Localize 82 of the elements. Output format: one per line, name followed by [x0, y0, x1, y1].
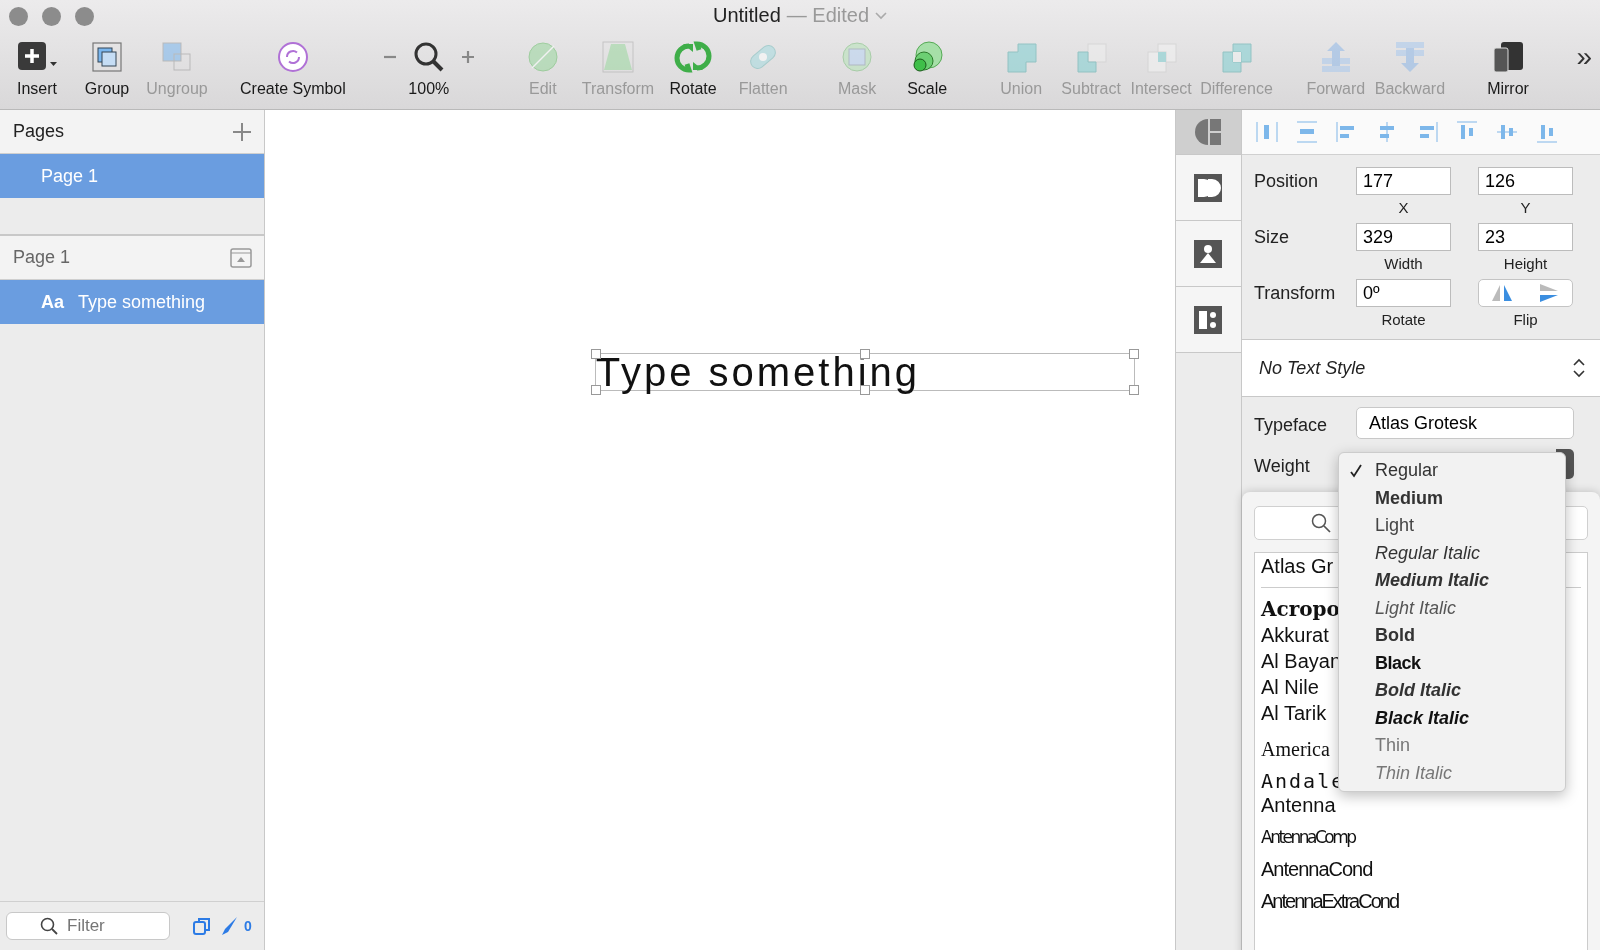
trapezoid-icon	[601, 40, 635, 74]
toolbar-button[interactable]: Insert	[6, 40, 68, 98]
ungroup-icon	[160, 40, 194, 74]
more-tools-button[interactable]: »	[1576, 40, 1592, 74]
zoom-button[interactable]	[75, 6, 94, 26]
x-field[interactable]: 177	[1356, 167, 1451, 195]
layout-icon	[1194, 305, 1223, 334]
difference-icon	[1219, 40, 1254, 74]
close-button[interactable]	[9, 6, 28, 26]
toolbar-button[interactable]: Mirror	[1477, 40, 1540, 98]
weight-option[interactable]: Thin Italic	[1339, 759, 1565, 787]
weight-option[interactable]: Light Italic	[1339, 594, 1565, 622]
artboard-icon[interactable]	[229, 247, 252, 268]
text-layer-icon: Aa	[41, 291, 64, 313]
weight-option[interactable]: Light	[1339, 512, 1565, 540]
filter-field[interactable]: Filter	[6, 912, 170, 940]
copy-icon[interactable]	[192, 916, 212, 936]
search-icon	[40, 917, 58, 935]
union-icon	[1004, 40, 1039, 74]
scale-icon	[910, 40, 945, 74]
slice-count: 0	[244, 918, 252, 934]
align-icon[interactable]	[1254, 119, 1280, 145]
align-icon[interactable]	[1294, 119, 1320, 145]
toolbar-button[interactable]: Scale	[896, 40, 959, 98]
weight-option[interactable]: Bold Italic	[1339, 677, 1565, 705]
rotate-icon	[673, 40, 714, 74]
position-label: Position	[1254, 170, 1320, 192]
intersect-icon	[1144, 40, 1179, 74]
toolbar-button[interactable]: Group	[76, 40, 138, 98]
typeface-field[interactable]: Atlas Grotesk	[1356, 407, 1574, 439]
weight-option[interactable]: Medium	[1339, 484, 1565, 512]
toolbar-button[interactable]: Rotate	[662, 40, 725, 98]
font-item[interactable]: AntennaCond	[1261, 856, 1581, 882]
window-title: Untitled	[712, 4, 781, 27]
layers-page-title: Page 1	[13, 247, 71, 268]
width-field[interactable]: 329	[1356, 223, 1451, 251]
font-item[interactable]: AntennaComp	[1261, 824, 1581, 850]
group-icon	[90, 40, 124, 74]
font-item[interactable]: AntennaExtraCond	[1261, 888, 1581, 914]
symbol-icon	[275, 40, 310, 74]
layer-name: Type something	[78, 291, 206, 313]
inspector-tab[interactable]	[1175, 287, 1241, 353]
weight-option[interactable]: Medium Italic	[1339, 567, 1565, 595]
circle-edit-icon	[525, 40, 560, 74]
height-caption: Height	[1503, 254, 1548, 274]
weight-option[interactable]: Bold	[1339, 622, 1565, 650]
size-label: Size	[1254, 226, 1290, 248]
subtract-icon	[1074, 40, 1109, 74]
zoom-in-icon	[459, 49, 476, 65]
columns-icon	[1194, 173, 1223, 202]
add-icon[interactable]	[231, 121, 252, 142]
inspector-tab[interactable]	[1175, 155, 1241, 221]
flip-caption: Flip	[1513, 310, 1538, 330]
x-caption: X	[1398, 198, 1409, 218]
rotate-field[interactable]: 0º	[1356, 279, 1451, 307]
rotate-caption: Rotate	[1381, 310, 1426, 330]
height-field[interactable]: 23	[1478, 223, 1573, 251]
y-caption: Y	[1520, 198, 1531, 218]
shapes-icon	[1193, 117, 1224, 147]
weight-label: Weight	[1254, 454, 1311, 477]
person-icon	[1194, 239, 1223, 268]
typeface-label: Typeface	[1254, 413, 1329, 436]
minimize-button[interactable]	[42, 6, 61, 26]
inspector-tab[interactable]	[1175, 221, 1241, 287]
y-field[interactable]: 126	[1478, 167, 1573, 195]
text-style-select[interactable]: No Text Style	[1242, 340, 1600, 397]
weight-option[interactable]: Regular Italic	[1339, 539, 1565, 567]
transform-label: Transform	[1254, 282, 1337, 304]
pages-title: Pages	[13, 121, 65, 142]
weight-option[interactable]: Black Italic	[1339, 704, 1565, 732]
chevron-down-icon[interactable]	[875, 11, 888, 20]
weight-option[interactable]: Regular	[1339, 457, 1565, 485]
weight-option[interactable]: Black	[1339, 649, 1565, 677]
mask-icon	[840, 40, 875, 74]
mirror-icon	[1491, 40, 1526, 74]
toolbar-button[interactable]: 100%	[377, 40, 480, 98]
weight-option[interactable]: Thin	[1339, 732, 1565, 760]
search-icon	[1311, 513, 1331, 533]
font-item[interactable]: Antenna	[1261, 792, 1581, 818]
toolbar-button[interactable]: Create Symbol	[240, 40, 346, 98]
up-down-icon	[1572, 357, 1586, 379]
width-caption: Width	[1384, 254, 1423, 274]
